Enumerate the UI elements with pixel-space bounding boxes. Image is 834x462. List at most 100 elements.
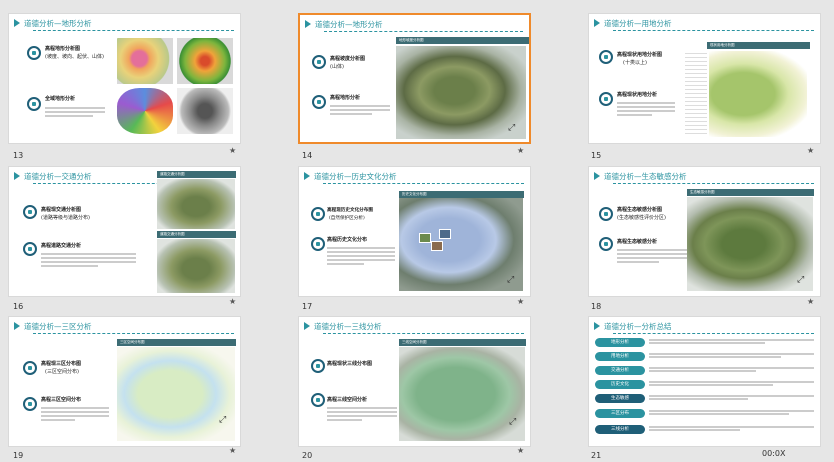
section-badge-icon bbox=[599, 237, 613, 251]
title-divider bbox=[324, 31, 523, 32]
summary-pill: 三线分析 bbox=[595, 425, 645, 434]
heritage-photo bbox=[431, 241, 443, 251]
section-badge-icon bbox=[23, 205, 37, 219]
slide-title: 道德分析—地形分析 bbox=[305, 18, 525, 31]
item-label: 高程三区空间分布 bbox=[41, 397, 82, 403]
landuse-map-image bbox=[709, 51, 807, 137]
traffic-map-image-top bbox=[157, 179, 235, 229]
item-label: 高程生态敏感分析 bbox=[617, 239, 658, 245]
north-arrow-icon: ⤢ bbox=[507, 275, 515, 285]
slide-thumbnail-14[interactable]: 道德分析—地形分析 地形坡度分析图 高程坡度分析图 (山体) 高程地形分析 ⤢ bbox=[298, 13, 531, 144]
section-badge-icon bbox=[27, 97, 41, 111]
item-label: 高程道路交通分析 bbox=[41, 243, 82, 249]
slide-thumbnail-21[interactable]: 道德分析—分析总结 地形分析 用地分析 交通分析 历史文化 生态敏感 三区分布 … bbox=[588, 316, 821, 447]
item-label: 高程历史文化分布 bbox=[327, 237, 368, 243]
star-icon[interactable]: ★ bbox=[807, 297, 814, 306]
map-header: 三线空间分析图 bbox=[399, 339, 526, 346]
item-sub: (三区空间分布) bbox=[45, 369, 79, 375]
map-header: 历史文化分布图 bbox=[399, 191, 524, 198]
item-sub: (山体) bbox=[330, 64, 344, 70]
summary-row-text bbox=[649, 338, 814, 345]
item-description bbox=[41, 251, 136, 269]
item-label: 高程现状用地分析 bbox=[617, 92, 658, 98]
slide-title: 道德分析—三线分析 bbox=[304, 320, 526, 333]
item-description bbox=[617, 100, 675, 118]
slide-number: 19 bbox=[13, 451, 24, 460]
star-icon[interactable]: ★ bbox=[229, 297, 236, 306]
star-icon[interactable]: ★ bbox=[807, 146, 814, 155]
section-badge-icon bbox=[311, 359, 325, 373]
item-description bbox=[327, 245, 395, 267]
item-description bbox=[327, 405, 397, 423]
map-header: 道路交通分析图 bbox=[157, 171, 236, 178]
slide-thumbnail-18[interactable]: 道德分析—生态敏感分析 高程生态敏感分析图 (生态敏感性评价分区) 高程生态敏感… bbox=[588, 166, 821, 297]
slope-map-image bbox=[177, 38, 233, 84]
star-icon[interactable]: ★ bbox=[229, 446, 236, 455]
relief-map-image bbox=[177, 88, 233, 134]
ecology-map-image bbox=[687, 197, 813, 291]
slide-number: 16 bbox=[13, 302, 24, 311]
star-icon[interactable]: ★ bbox=[517, 297, 524, 306]
slide-thumbnail-20[interactable]: 道德分析—三线分析 高程现状三线分布图 高程三线空间分析 三线空间分析图 ⤢ bbox=[298, 316, 531, 447]
section-badge-icon bbox=[27, 46, 41, 60]
item-label: 高程地形分析图 bbox=[45, 46, 81, 52]
item-label: 高程现历史文化分布图 bbox=[327, 208, 373, 213]
title-divider bbox=[613, 30, 814, 31]
slide-title: 道德分析—生态敏感分析 bbox=[594, 170, 816, 183]
summary-pill: 三区分布 bbox=[595, 409, 645, 418]
summary-row-text bbox=[649, 409, 814, 416]
slide-thumbnail-13[interactable]: 道德分析—地形分析 高程地形分析图 (坡度、坡向、起伏、山体) 全域地形分析 bbox=[8, 13, 241, 144]
star-icon[interactable]: ★ bbox=[229, 146, 236, 155]
slide-title: 道德分析—分析总结 bbox=[594, 320, 816, 333]
title-divider bbox=[613, 333, 814, 334]
section-badge-icon bbox=[599, 50, 613, 64]
item-sub: (自然保护区分析) bbox=[329, 216, 365, 221]
landuse-legend-table bbox=[685, 50, 707, 136]
north-arrow-icon: ⤢ bbox=[509, 417, 517, 427]
section-badge-icon bbox=[23, 397, 37, 411]
traffic-map-image-bottom bbox=[157, 239, 235, 293]
map-header: 地形坡度分析图 bbox=[396, 37, 529, 44]
aspect-map-image bbox=[117, 88, 173, 134]
summary-pill: 用地分析 bbox=[595, 352, 645, 361]
heritage-map-image bbox=[399, 198, 523, 291]
item-label: 高程现状三线分布图 bbox=[327, 361, 373, 367]
item-description bbox=[330, 103, 390, 117]
item-sub: (道路等级与道路分布) bbox=[41, 215, 90, 221]
map-header: 三区空间分布图 bbox=[117, 339, 236, 346]
three-line-map-image bbox=[399, 347, 525, 441]
item-sub: (生态敏感性评价分区) bbox=[617, 215, 666, 221]
slide-thumbnail-16[interactable]: 道德分析—交通分析 高程现交通分析图 (道路等级与道路分布) 高程道路交通分析 … bbox=[8, 166, 241, 297]
section-badge-icon bbox=[311, 393, 325, 407]
north-arrow-icon: ⤢ bbox=[797, 275, 805, 285]
elevation-map-image bbox=[117, 38, 173, 84]
star-icon[interactable]: ★ bbox=[517, 146, 524, 155]
map-header: 道路交通分析图 bbox=[157, 231, 236, 238]
slide-title: 道德分析—用地分析 bbox=[594, 17, 816, 30]
slide-number: 13 bbox=[13, 151, 24, 160]
page-indicator: 00:0X bbox=[762, 449, 786, 458]
summary-pill: 交通分析 bbox=[595, 366, 645, 375]
section-badge-icon bbox=[312, 95, 326, 109]
heritage-photo bbox=[419, 233, 431, 243]
item-label: 高程现状用地分析图 bbox=[617, 52, 663, 58]
slide-thumbnail-17[interactable]: 道德分析—历史文化分析 高程现历史文化分布图 (自然保护区分析) 高程历史文化分… bbox=[298, 166, 531, 297]
item-label: 高程坡度分析图 bbox=[330, 56, 366, 62]
star-icon[interactable]: ★ bbox=[517, 446, 524, 455]
map-header: 生态敏感分析图 bbox=[687, 189, 814, 196]
item-sub: (坡度、坡向、起伏、山体) bbox=[45, 54, 104, 60]
slope-map-image bbox=[396, 46, 526, 139]
section-badge-icon bbox=[312, 55, 326, 69]
heritage-photo bbox=[439, 229, 451, 239]
title-divider bbox=[33, 30, 234, 31]
slide-thumbnail-15[interactable]: 道德分析—用地分析 高程现状用地分析图 (十类以上) 高程现状用地分析 现状用地… bbox=[588, 13, 821, 144]
section-badge-icon bbox=[311, 207, 325, 221]
slide-title: 道德分析—地形分析 bbox=[14, 17, 236, 30]
summary-row-text bbox=[649, 380, 814, 387]
slide-thumbnail-19[interactable]: 道德分析—三区分析 高程现三区分布图 (三区空间分布) 高程三区空间分布 三区空… bbox=[8, 316, 241, 447]
section-badge-icon bbox=[23, 361, 37, 375]
title-divider bbox=[33, 333, 234, 334]
item-description bbox=[45, 105, 105, 119]
summary-row-text bbox=[649, 394, 814, 401]
item-label: 高程现交通分析图 bbox=[41, 207, 82, 213]
